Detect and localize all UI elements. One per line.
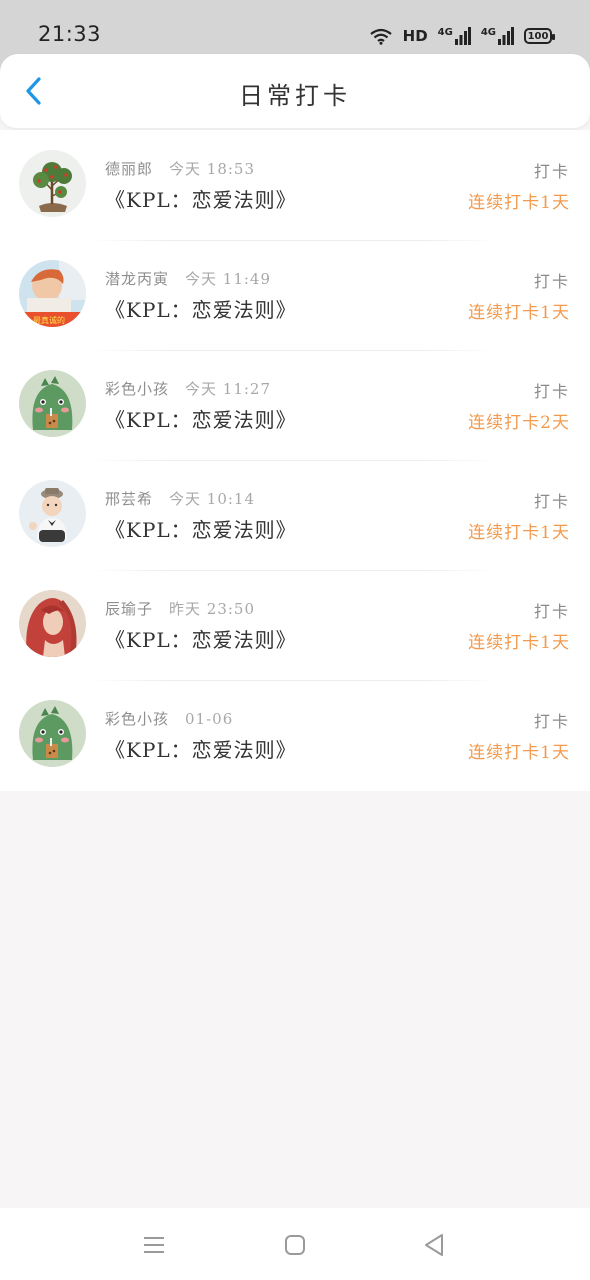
action-label: 打卡 (533, 382, 570, 401)
user-name[interactable]: 彩色小孩 (105, 710, 169, 728)
checkin-meta: 邢芸希 今天 10:14 (105, 488, 255, 509)
action-label: 打卡 (533, 162, 570, 181)
user-name[interactable]: 德丽郎 (105, 160, 153, 178)
course-name: 《KPL：恋爱法则》 (105, 298, 297, 322)
signal-2-label: 4G (480, 27, 496, 38)
menu-icon (144, 1237, 164, 1253)
battery-icon: 100 (524, 28, 555, 44)
red-hair-avatar (19, 590, 86, 657)
wifi-icon (369, 27, 393, 45)
streak-label: 连续打卡1天 (468, 633, 570, 653)
checkin-meta: 潜龙丙寅 今天 11:49 (105, 268, 271, 289)
checkin-meta: 辰瑜子 昨天 23:50 (105, 598, 255, 619)
user-name[interactable]: 邢芸希 (105, 490, 153, 508)
back-triangle-icon (425, 1234, 443, 1256)
checkin-time: 今天 10:14 (169, 490, 256, 508)
checkin-time: 今天 11:49 (185, 270, 272, 288)
streak-label: 连续打卡2天 (468, 413, 570, 433)
checkin-meta: 彩色小孩 今天 11:27 (105, 378, 271, 399)
svg-text:最真诚的: 最真诚的 (33, 315, 65, 325)
dinosaur-avatar (19, 700, 86, 767)
checkin-time: 昨天 23:50 (169, 600, 256, 618)
course-name: 《KPL：恋爱法则》 (105, 408, 297, 432)
action-label: 打卡 (533, 272, 570, 291)
signal-2-icon: 4G (481, 27, 514, 45)
user-name[interactable]: 辰瑜子 (105, 600, 153, 618)
course-name: 《KPL：恋爱法则》 (105, 188, 297, 212)
checkin-row[interactable]: 邢芸希 今天 10:14 《KPL：恋爱法则》 打卡 连续打卡1天 (0, 460, 590, 570)
course-name: 《KPL：恋爱法则》 (105, 738, 297, 762)
course-name: 《KPL：恋爱法则》 (105, 628, 297, 652)
course-name: 《KPL：恋爱法则》 (105, 518, 297, 542)
system-back-button[interactable] (417, 1228, 451, 1262)
user-name[interactable]: 彩色小孩 (105, 380, 169, 398)
plant-avatar (19, 150, 86, 217)
checkin-meta: 德丽郎 今天 18:53 (105, 158, 255, 179)
app-header: 日常打卡 (0, 54, 590, 128)
checkin-meta: 彩色小孩 01-06 (105, 708, 233, 729)
status-time: 21:33 (38, 22, 102, 46)
action-label: 打卡 (533, 602, 570, 621)
status-icons: HD 4G 4G 100 (369, 24, 555, 48)
checkin-row[interactable]: 彩色小孩 今天 11:27 《KPL：恋爱法则》 打卡 连续打卡2天 (0, 350, 590, 460)
signal-1-label: 4G (437, 27, 453, 38)
streak-label: 连续打卡1天 (468, 743, 570, 763)
checkin-list: 德丽郎 今天 18:53 《KPL：恋爱法则》 打卡 连续打卡1天 最真诚的 潜龙… (0, 130, 590, 791)
hd-label: HD (402, 27, 428, 45)
checkin-time: 今天 11:27 (185, 380, 272, 398)
user-name[interactable]: 潜龙丙寅 (105, 270, 169, 288)
recent-apps-button[interactable] (137, 1228, 171, 1262)
action-label: 打卡 (533, 492, 570, 511)
checkin-row[interactable]: 德丽郎 今天 18:53 《KPL：恋爱法则》 打卡 连续打卡1天 (0, 130, 590, 240)
dinosaur-avatar (19, 370, 86, 437)
checkin-row[interactable]: 最真诚的 潜龙丙寅 今天 11:49 《KPL：恋爱法则》 打卡 连续打卡1天 (0, 240, 590, 350)
home-button[interactable] (278, 1228, 312, 1262)
checkin-row[interactable]: 彩色小孩 01-06 《KPL：恋爱法则》 打卡 连续打卡1天 (0, 680, 590, 790)
checkin-row[interactable]: 辰瑜子 昨天 23:50 《KPL：恋爱法则》 打卡 连续打卡1天 (0, 570, 590, 680)
signal-icon: 4G (438, 27, 471, 45)
photo-avatar: 最真诚的 (19, 260, 86, 327)
home-square-icon (285, 1235, 305, 1255)
streak-label: 连续打卡1天 (468, 193, 570, 213)
baby-avatar (19, 480, 86, 547)
system-nav-bar (0, 1208, 590, 1280)
streak-label: 连续打卡1天 (468, 303, 570, 323)
page-title: 日常打卡 (239, 82, 351, 110)
streak-label: 连续打卡1天 (468, 523, 570, 543)
checkin-time: 01-06 (185, 710, 234, 728)
action-label: 打卡 (533, 712, 570, 731)
checkin-time: 今天 18:53 (169, 160, 256, 178)
